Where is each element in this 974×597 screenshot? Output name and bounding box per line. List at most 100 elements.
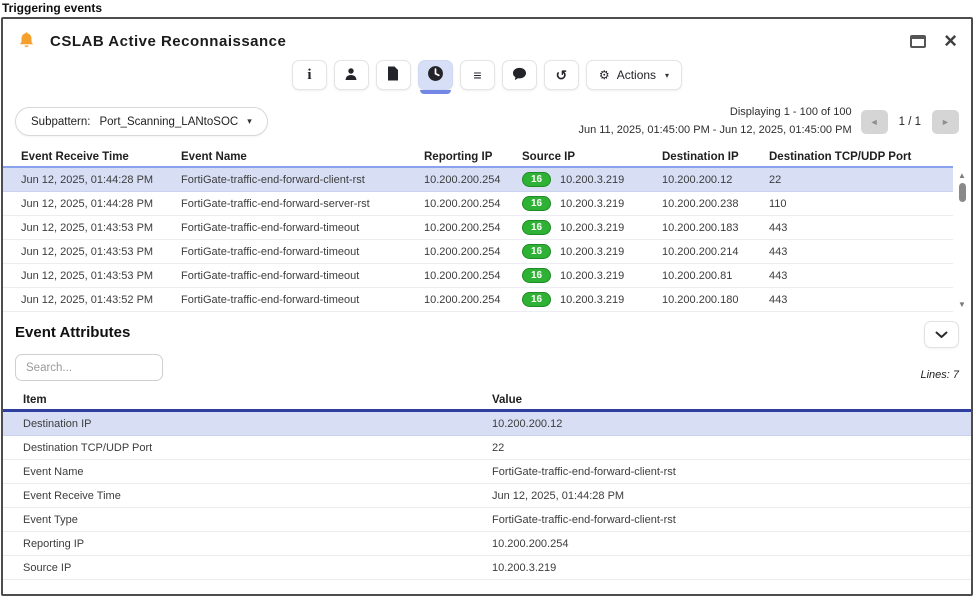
chevron-right-icon: ►: [941, 117, 950, 127]
attribute-item-cell: Event Name: [3, 466, 483, 478]
gear-icon: ⚙: [599, 68, 610, 82]
attribute-item-cell: Destination TCP/UDP Port: [3, 442, 483, 454]
attribute-item-cell: Reporting IP: [3, 538, 483, 550]
attribute-item-cell: Event Receive Time: [3, 490, 483, 502]
source-ip-value: 10.200.3.219: [560, 222, 624, 234]
column-header[interactable]: Event Receive Time: [3, 151, 167, 163]
comment-button[interactable]: [502, 60, 537, 90]
event-receive-time-cell: Jun 12, 2025, 01:44:28 PM: [3, 198, 167, 210]
actions-label: Actions: [617, 68, 656, 82]
table-row[interactable]: Event Receive TimeJun 12, 2025, 01:44:28…: [3, 484, 971, 508]
table-row[interactable]: Jun 12, 2025, 01:43:53 PMFortiGate-traff…: [3, 264, 953, 288]
table-row[interactable]: Reporting IP10.200.200.254: [3, 532, 971, 556]
attribute-item-cell: Destination IP: [3, 418, 483, 430]
reporting-ip-cell: 10.200.200.254: [410, 246, 508, 258]
chevron-down-icon: [935, 326, 948, 344]
table-row[interactable]: Jun 12, 2025, 01:43:52 PMFortiGate-traff…: [3, 288, 953, 312]
subpattern-dropdown[interactable]: Subpattern: Port_Scanning_LANtoSOC ▾: [15, 107, 268, 136]
table-row[interactable]: Event TypeFortiGate-traffic-end-forward-…: [3, 508, 971, 532]
window-restore-icon[interactable]: [910, 35, 926, 48]
events-clock-button[interactable]: [418, 60, 453, 90]
event-name-cell: FortiGate-traffic-end-forward-timeout: [167, 294, 410, 306]
destination-ip-cell: 10.200.200.81: [648, 270, 755, 282]
table-row[interactable]: Jun 12, 2025, 01:44:28 PMFortiGate-traff…: [3, 192, 953, 216]
event-receive-time-cell: Jun 12, 2025, 01:44:28 PM: [3, 174, 167, 186]
paging: Displaying 1 - 100 of 100 Jun 11, 2025, …: [578, 104, 959, 139]
scroll-up-icon[interactable]: ▲: [958, 171, 966, 181]
destination-port-cell: 443: [755, 294, 953, 306]
chevron-down-icon: ▾: [665, 71, 669, 80]
attribute-value-cell: FortiGate-traffic-end-forward-client-rst: [483, 466, 971, 478]
close-icon[interactable]: ×: [944, 34, 957, 48]
table-row[interactable]: Event NameFortiGate-traffic-end-forward-…: [3, 460, 971, 484]
info-icon: i: [307, 67, 311, 84]
event-receive-time-cell: Jun 12, 2025, 01:43:53 PM: [3, 246, 167, 258]
search-input[interactable]: [15, 354, 163, 381]
window-header: CSLAB Active Reconnaissance ×: [3, 19, 971, 53]
attribute-item-cell: Event Type: [3, 514, 483, 526]
destination-port-cell: 443: [755, 270, 953, 282]
table-row[interactable]: Destination TCP/UDP Port22: [3, 436, 971, 460]
subpattern-value: Port_Scanning_LANtoSOC: [99, 116, 238, 128]
attribute-value-cell: 22: [483, 442, 971, 454]
attribute-value-cell: 10.200.3.219: [483, 562, 971, 574]
source-ip-cell: 16 10.200.3.219: [508, 196, 648, 211]
displaying-count: Displaying 1 - 100 of 100: [578, 104, 851, 122]
file-button[interactable]: [376, 60, 411, 90]
column-header[interactable]: Source IP: [508, 151, 648, 163]
table-row[interactable]: Destination IP10.200.200.12: [3, 412, 971, 436]
column-header[interactable]: Value: [483, 394, 971, 406]
attributes-table-body: Destination IP10.200.200.12Destination T…: [3, 412, 971, 580]
source-ip-value: 10.200.3.219: [560, 198, 624, 210]
history-button[interactable]: ↺: [544, 60, 579, 90]
destination-ip-cell: 10.200.200.238: [648, 198, 755, 210]
column-header[interactable]: Destination IP: [648, 151, 755, 163]
actions-button[interactable]: ⚙ Actions ▾: [586, 60, 682, 90]
scroll-down-icon[interactable]: ▼: [958, 300, 966, 310]
column-header[interactable]: Event Name: [167, 151, 410, 163]
count-badge: 16: [522, 172, 551, 187]
event-name-cell: FortiGate-traffic-end-forward-timeout: [167, 222, 410, 234]
attribute-item-cell: Source IP: [3, 562, 483, 574]
info-button[interactable]: i: [292, 60, 327, 90]
user-button[interactable]: [334, 60, 369, 90]
event-table-body: Jun 12, 2025, 01:44:28 PMFortiGate-traff…: [3, 168, 953, 312]
time-range: Jun 11, 2025, 01:45:00 PM - Jun 12, 2025…: [578, 122, 851, 140]
source-ip-cell: 1610.200.3.219: [508, 172, 648, 187]
window-controls: ×: [910, 34, 957, 48]
attribute-value-cell: FortiGate-traffic-end-forward-client-rst: [483, 514, 971, 526]
table-row[interactable]: Jun 12, 2025, 01:43:53 PMFortiGate-traff…: [3, 216, 953, 240]
scrollbar-thumb[interactable]: [959, 183, 966, 202]
source-ip-cell: 1610.200.3.219: [508, 244, 648, 259]
event-table: Event Receive TimeEvent NameReporting IP…: [3, 147, 971, 312]
reporting-ip-cell: 10.200.200.254: [410, 174, 508, 186]
destination-port-cell: 443: [755, 222, 953, 234]
attributes-header-row: Event Attributes: [3, 321, 971, 349]
table-row[interactable]: Source IP10.200.3.219: [3, 556, 971, 580]
destination-ip-cell: 10.200.200.183: [648, 222, 755, 234]
destination-ip-cell: 10.200.200.12: [648, 174, 755, 186]
event-receive-time-cell: Jun 12, 2025, 01:43:53 PM: [3, 270, 167, 282]
prev-page-button[interactable]: ◄: [861, 110, 888, 134]
event-table-scrollbar[interactable]: ▲ ▼: [956, 171, 968, 310]
attributes-table-header: ItemValue: [3, 391, 971, 412]
next-page-button[interactable]: ►: [932, 110, 959, 134]
table-row[interactable]: Jun 12, 2025, 01:43:53 PMFortiGate-traff…: [3, 240, 953, 264]
window-title: CSLAB Active Reconnaissance: [50, 33, 286, 50]
count-badge: 16: [522, 196, 551, 211]
collapse-button[interactable]: [924, 321, 959, 348]
attribute-value-cell: 10.200.200.254: [483, 538, 971, 550]
destination-port-cell: 22: [755, 174, 953, 186]
column-header[interactable]: Reporting IP: [410, 151, 508, 163]
subpattern-label: Subpattern:: [31, 116, 90, 128]
lines-count: Lines: 7: [920, 369, 959, 381]
column-header[interactable]: Destination TCP/UDP Port: [755, 151, 953, 163]
event-name-cell: FortiGate-traffic-end-forward-timeout: [167, 270, 410, 282]
column-header[interactable]: Item: [3, 394, 483, 406]
list-button[interactable]: ≡: [460, 60, 495, 90]
attributes-heading: Event Attributes: [15, 321, 130, 341]
event-name-cell: FortiGate-traffic-end-forward-client-rst: [167, 174, 410, 186]
file-icon: [387, 66, 399, 84]
table-row[interactable]: Jun 12, 2025, 01:44:28 PMFortiGate-traff…: [3, 168, 953, 192]
comment-icon: [512, 67, 527, 84]
